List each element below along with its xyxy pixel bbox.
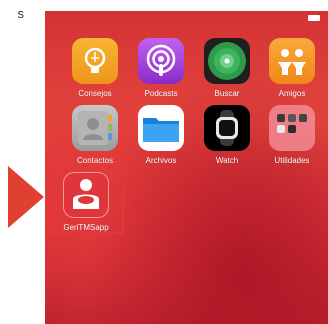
page: s Consejos Podcasts Buscar Amigos Contac… <box>0 0 328 324</box>
app-label: Watch <box>215 156 239 165</box>
app-label: Amigos <box>278 89 306 98</box>
podcasts-icon <box>138 38 184 84</box>
app-label: GeriTMSapp <box>63 223 109 232</box>
app-buscar[interactable]: Buscar <box>193 38 261 114</box>
app-watch[interactable]: Watch <box>193 105 261 181</box>
app-label: Archivos <box>145 156 177 165</box>
battery-icon <box>308 15 320 21</box>
app-archivos[interactable]: Archivos <box>127 105 195 181</box>
app-label: Contactos <box>76 156 114 165</box>
caption-fragment: s <box>17 6 25 21</box>
app-geritmsapp[interactable]: GeriTMSapp <box>52 172 120 248</box>
app-amigos[interactable]: Amigos <box>258 38 326 114</box>
app-label: Podcasts <box>144 89 178 98</box>
app-utilidades[interactable]: Utilidades <box>258 105 326 181</box>
app-label: Utilidades <box>274 156 310 165</box>
iphone-home-screen: Consejos Podcasts Buscar Amigos Contacto… <box>45 11 328 324</box>
friends-icon <box>269 38 315 84</box>
tips-lightbulb-icon <box>72 38 118 84</box>
utilities-folder-icon <box>269 105 315 151</box>
app-label: Consejos <box>78 89 112 98</box>
find-my-radar-icon <box>204 38 250 84</box>
app-consejos[interactable]: Consejos <box>61 38 129 114</box>
watch-icon <box>204 105 250 151</box>
app-podcasts[interactable]: Podcasts <box>127 38 195 114</box>
geritmsapp-person-icon <box>63 172 109 218</box>
app-label: Buscar <box>214 89 240 98</box>
contacts-icon <box>72 105 118 151</box>
files-folder-icon <box>138 105 184 151</box>
pointer-arrow-icon <box>8 166 44 228</box>
